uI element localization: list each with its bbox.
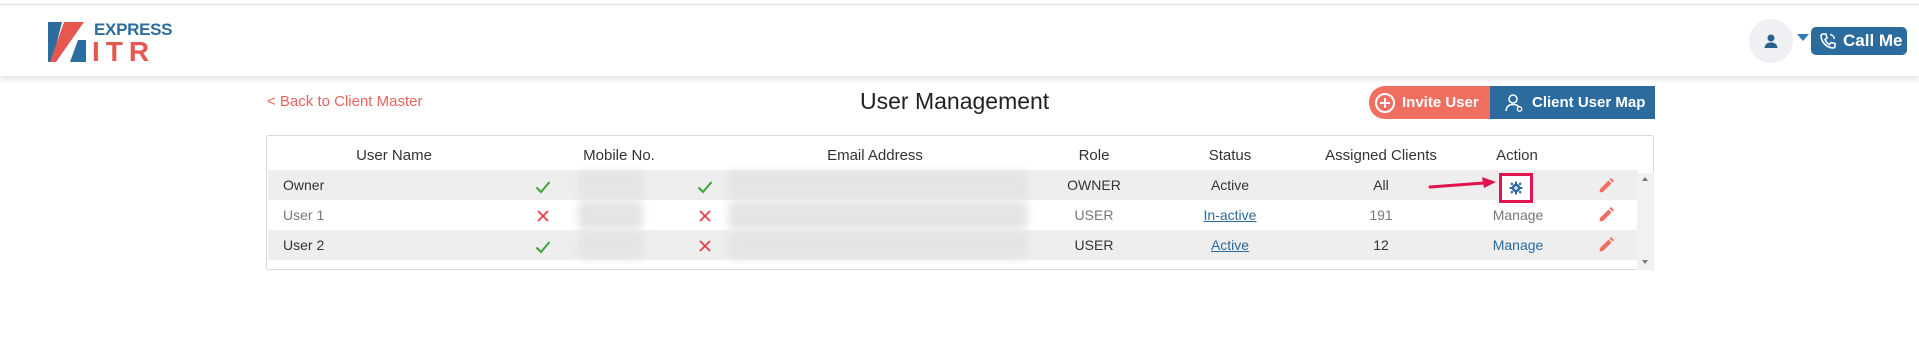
phone-icon [1820,33,1836,49]
chevron-down-icon[interactable] [1797,34,1809,41]
plus-circle-icon [1375,92,1395,113]
brand-logo[interactable]: EXPRESS ITR [48,20,173,68]
status: Active [1210,177,1250,193]
email-redacted [728,231,1028,259]
header-action: Action [1496,147,1538,164]
pencil-icon[interactable] [1597,177,1615,195]
table-scrollbar[interactable] [1637,173,1654,270]
assigned-clients: 12 [1373,237,1389,253]
role: OWNER [1067,177,1121,193]
status-link[interactable]: Active [1211,237,1249,253]
user-name: Owner [283,177,325,193]
scroll-down-icon[interactable] [1642,260,1648,264]
role: USER [1074,237,1114,253]
email-redacted [728,201,1028,229]
manage-link[interactable]: Manage [1493,237,1544,253]
assigned-clients: All [1373,177,1389,193]
user-outline-icon [1505,93,1523,112]
pencil-icon[interactable] [1597,236,1615,254]
manage-link[interactable]: Manage [1493,207,1544,223]
logo-text-itr: ITR [92,36,156,67]
mobile-number-redacted [578,201,643,229]
cross-icon [699,210,711,222]
check-icon [535,241,551,254]
cross-icon [537,210,549,222]
cross-icon [699,240,711,252]
assigned-clients: 191 [1369,207,1393,223]
user-table: User Name Mobile No. Email Address Role … [266,135,1654,270]
user-name: User 2 [283,237,325,253]
call-me-label: Call Me [1843,31,1903,50]
header-status[interactable]: Status [1209,147,1252,164]
logo-mark-icon [48,22,86,62]
role: USER [1074,207,1114,223]
email-redacted [728,171,1028,199]
annotation-arrow-icon [1428,177,1496,189]
check-icon [697,181,713,194]
check-icon [535,181,551,194]
user-name: User 1 [283,207,325,223]
invite-user-button[interactable]: Invite User [1369,86,1490,119]
client-user-map-label: Client User Map [1532,94,1646,111]
call-me-button[interactable]: Call Me [1811,27,1907,55]
table-row: User 2 USER Active 12 Manage [268,230,1638,260]
header-role[interactable]: Role [1079,147,1110,164]
mobile-number-redacted [578,231,643,259]
user-avatar[interactable] [1749,19,1793,63]
top-border [0,0,1919,5]
gear-icon [1509,181,1523,195]
settings-highlight[interactable] [1499,173,1533,203]
back-to-client-master-link[interactable]: < Back to Client Master [267,93,422,110]
pencil-icon[interactable] [1597,206,1615,224]
invite-user-label: Invite User [1402,94,1479,111]
table-row: User 1 USER In-active 191 Manage [268,200,1638,230]
user-icon [1764,34,1778,48]
scroll-up-icon[interactable] [1642,177,1648,181]
header-assigned-clients[interactable]: Assigned Clients [1325,147,1437,164]
client-user-map-button[interactable]: Client User Map [1490,86,1655,119]
header-user-name[interactable]: User Name [356,147,432,164]
header-email[interactable]: Email Address [827,147,923,164]
header-mobile[interactable]: Mobile No. [583,147,655,164]
app-header: EXPRESS ITR Call Me [0,6,1919,76]
page-title: User Management [860,88,1050,114]
mobile-number-redacted [578,171,643,199]
status-link[interactable]: In-active [1204,207,1257,223]
